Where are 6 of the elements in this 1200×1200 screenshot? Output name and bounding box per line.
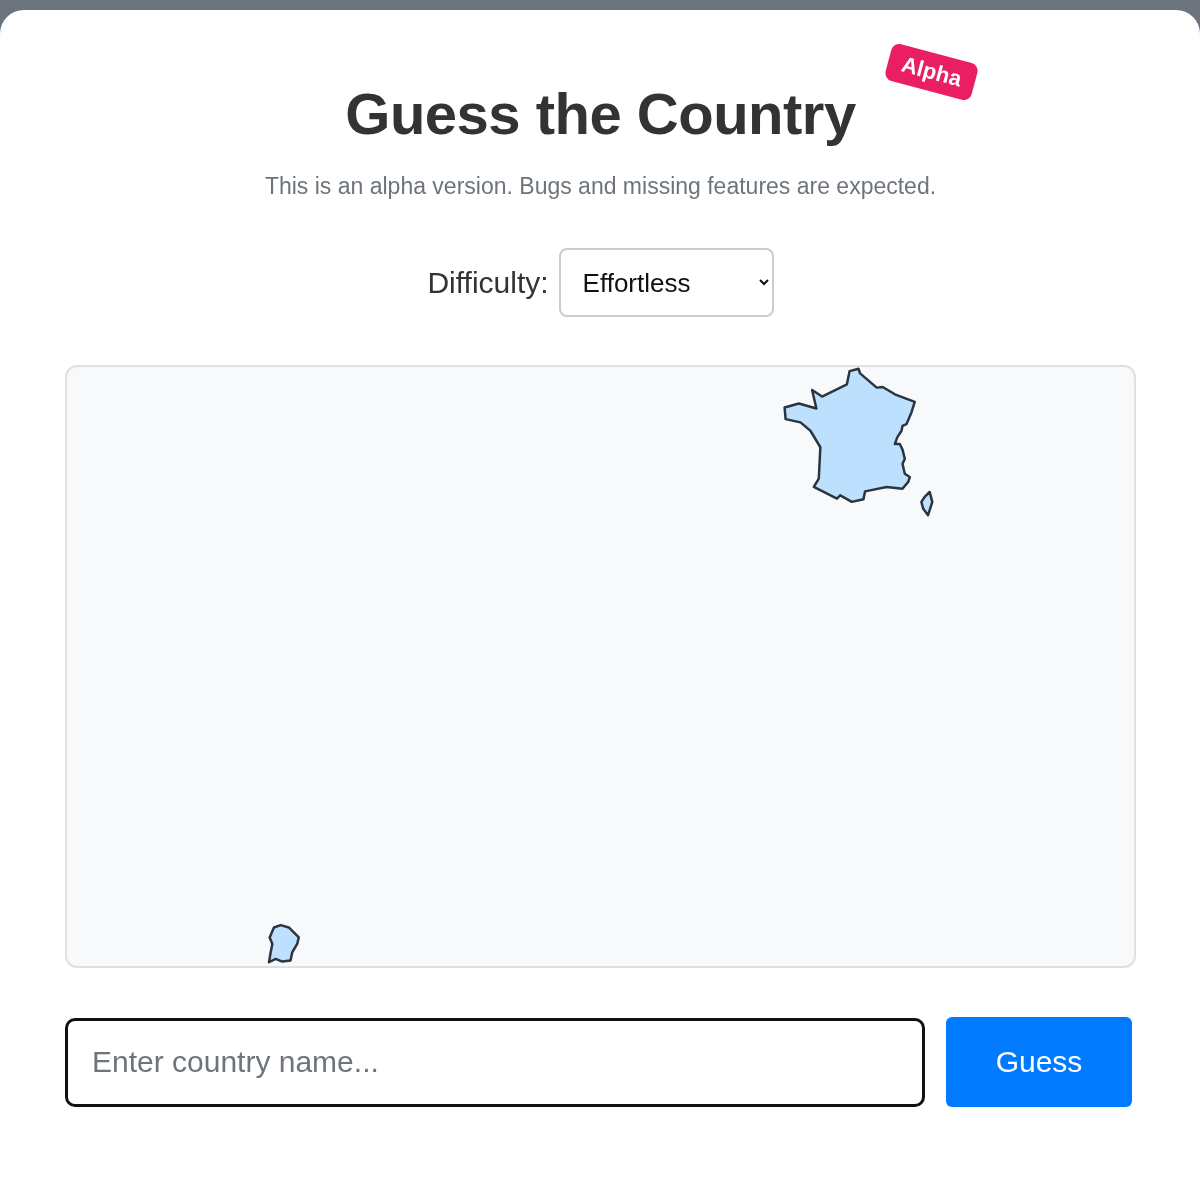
- difficulty-select[interactable]: Effortless: [558, 248, 774, 317]
- difficulty-label: Difficulty:: [427, 265, 549, 300]
- alpha-badge: Alpha: [883, 42, 980, 102]
- country-input[interactable]: Enter country name...: [65, 1017, 925, 1107]
- subtitle: This is an alpha version. Bugs and missing features are expected.: [264, 173, 937, 200]
- guess-button[interactable]: Guess: [946, 1017, 1132, 1107]
